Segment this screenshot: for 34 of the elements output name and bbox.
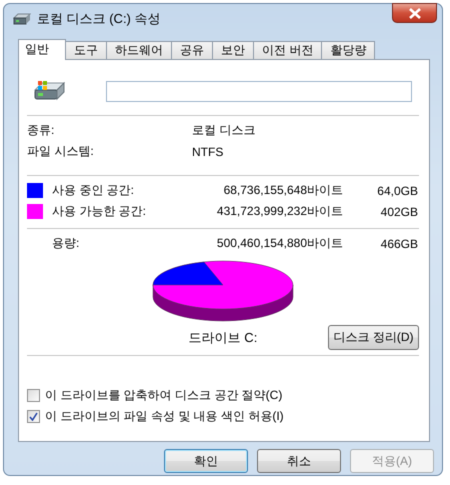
close-icon [408,8,422,18]
tab[interactable]: 하드웨어 [107,41,172,59]
size-value: 64,0GB [376,184,418,198]
tab[interactable]: 공유 [172,41,213,59]
checkbox-label: 이 드라이브를 압축하여 디스크 공간 절약(C) [45,387,282,404]
name-field[interactable] [106,80,412,102]
byte-count: 431,723,999,232바이트 [216,203,343,220]
tab[interactable]: 활당량 [322,41,376,59]
field-label: 파일 시스템: [27,143,95,160]
drive-label: 드라이브 C: [188,329,258,347]
checkbox[interactable] [27,389,40,402]
disk-cleanup-button[interactable]: 디스크 정리(D) [328,325,419,350]
byte-count: 500,460,154,880바이트 [216,235,343,252]
field-value: NTFS [192,144,224,158]
drive-icon [13,13,31,25]
checkbox-label: 이 드라이브의 파일 속성 및 내용 색인 허용(I) [45,408,284,425]
tab[interactable]: 일반 [18,39,66,60]
field-value: 로컬 디스크 [192,122,256,139]
field-label: 용량: [52,235,80,252]
size-value: 402GB [380,204,418,218]
dialog-button[interactable]: 확인 [164,449,248,473]
byte-count: 68,736,155,648바이트 [222,182,343,199]
field-label: 사용 중인 공간: [52,182,136,199]
tab[interactable]: 보안 [213,41,254,59]
checkbox[interactable] [27,410,40,423]
field-label: 사용 가능한 공간: [52,203,148,220]
field-label: 종류: [27,122,56,139]
tab[interactable]: 도구 [66,41,107,59]
size-value: 466GB [380,236,418,250]
drive-icon [32,79,66,103]
tab[interactable]: 이전 버전 [254,41,322,59]
window-title: 로컬 디스크 (C:) 속성 [37,10,160,28]
close-button[interactable] [392,3,437,23]
dialog-button[interactable]: 취소 [257,449,341,473]
